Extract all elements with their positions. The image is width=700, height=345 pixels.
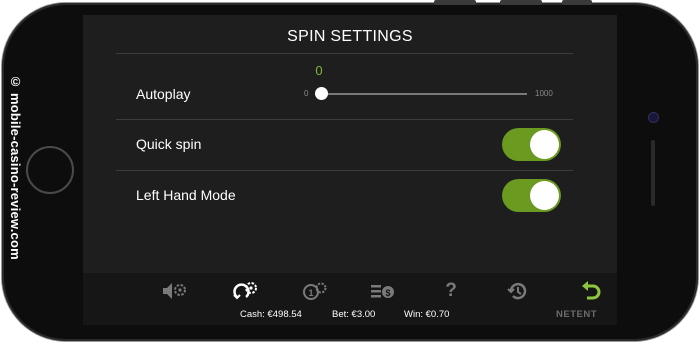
help-icon[interactable]: ? (437, 280, 465, 302)
divider (116, 119, 573, 120)
svg-text:1: 1 (308, 288, 313, 298)
watermark: © mobile-casino-review.com (8, 74, 23, 260)
sound-settings-icon[interactable] (161, 280, 189, 302)
autoplay-label: Autoplay (136, 86, 191, 102)
power-button (562, 0, 592, 5)
autoplay-max-label: 1000 (535, 89, 553, 98)
page-title: SPIN SETTINGS (287, 28, 413, 45)
paytable-icon[interactable]: $ (369, 280, 397, 302)
toggle-knob (530, 181, 559, 210)
home-button[interactable] (26, 146, 74, 194)
bet-label: Bet: (332, 309, 349, 320)
brand-logo: NETENT (556, 309, 597, 320)
volume-button (500, 0, 542, 5)
left-hand-mode-toggle[interactable] (502, 179, 561, 212)
game-screen: SPIN SETTINGS 0 Autoplay 0 1000 Quick sp… (83, 15, 617, 325)
coin-settings-icon[interactable]: 1 (301, 280, 329, 302)
quick-spin-toggle[interactable] (502, 128, 561, 161)
spin-settings-icon[interactable] (231, 280, 259, 302)
volume-button (434, 0, 476, 5)
front-camera (648, 112, 659, 123)
divider (116, 53, 573, 54)
speaker-grille (651, 140, 655, 206)
autoplay-slider-thumb[interactable] (315, 87, 328, 100)
bet-display: Bet: €3.00 (332, 309, 375, 320)
svg-text:$: $ (385, 288, 390, 298)
win-label: Win: (404, 309, 423, 320)
divider (116, 170, 573, 171)
win-value: €0.70 (425, 309, 450, 320)
back-icon[interactable] (577, 280, 605, 302)
history-icon[interactable] (504, 280, 532, 302)
bet-value: €3.00 (351, 309, 376, 320)
win-display: Win: €0.70 (404, 309, 449, 320)
left-hand-mode-label: Left Hand Mode (136, 187, 236, 203)
cash-display: Cash: €498.54 (240, 309, 302, 320)
quick-spin-label: Quick spin (136, 136, 202, 152)
cash-value: €498.54 (267, 309, 302, 320)
bottom-toolbar: 1 $ ? Cash: €498.54 Bet: €3.00 Win: €0.7… (83, 273, 617, 325)
autoplay-min-label: 0 (304, 89, 309, 98)
autoplay-value: 0 (315, 63, 323, 78)
autoplay-slider[interactable] (315, 93, 527, 95)
cash-label: Cash: (240, 309, 265, 320)
toggle-knob (530, 130, 559, 159)
